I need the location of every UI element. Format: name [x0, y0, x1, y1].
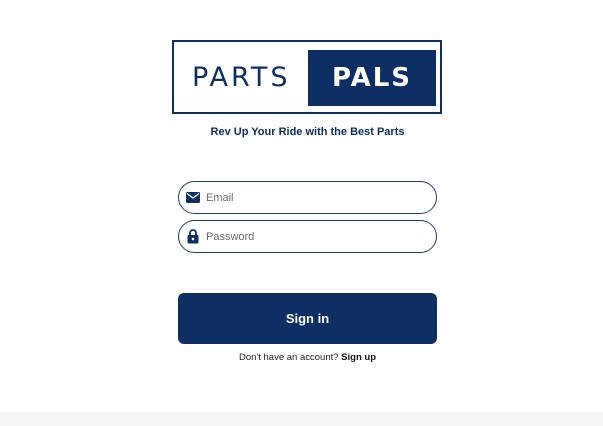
password-field[interactable] — [178, 220, 437, 253]
lock-icon — [185, 229, 201, 245]
parts-pals-logo: PARTS PALS — [172, 40, 442, 114]
bottom-strip — [0, 412, 603, 426]
tagline: Rev Up Your Ride with the Best Parts — [210, 126, 405, 138]
sign-in-button[interactable]: Sign in — [178, 293, 437, 344]
signup-prompt-text: Don't have an account? — [239, 352, 339, 363]
login-screen: PARTS PALS Rev Up Your Ride with the Bes… — [0, 0, 603, 426]
email-field[interactable] — [178, 181, 437, 214]
sign-up-link[interactable]: Sign up — [341, 352, 376, 363]
signup-prompt-row: Don't have an account? Sign up — [0, 352, 603, 364]
logo-text-parts: PARTS — [192, 62, 291, 93]
logo-text-pals: PALS — [308, 50, 436, 106]
password-input[interactable] — [206, 230, 416, 243]
mail-icon — [185, 190, 201, 206]
email-input[interactable] — [206, 191, 416, 204]
